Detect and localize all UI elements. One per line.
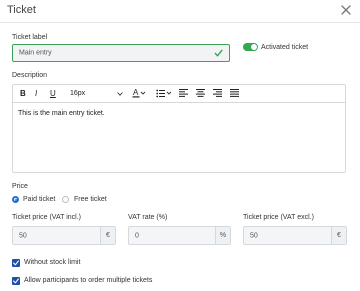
paid-ticket-label: Paid ticket — [23, 196, 56, 203]
close-icon[interactable] — [341, 5, 351, 15]
editor-toolbar: B I U 16px A — [13, 85, 345, 103]
checkmark-icon — [13, 278, 19, 284]
stock-limit-label: Without stock limit — [24, 259, 81, 266]
euro-suffix: € — [100, 227, 115, 244]
price-incl-input[interactable]: 50 € — [12, 226, 116, 245]
activated-toggle[interactable] — [243, 43, 258, 51]
ticket-label-value: Main entry — [19, 49, 52, 57]
price-excl-input[interactable]: 50 € — [243, 226, 347, 245]
activated-label: Activated ticket — [261, 44, 309, 51]
description-text: This is the main entry ticket. — [18, 110, 105, 117]
underline-button[interactable]: U — [50, 89, 56, 98]
ticket-label-title: Ticket label — [12, 34, 48, 41]
multiple-tickets-label: Allow participants to order multiple tic… — [24, 277, 153, 284]
align-center-button[interactable] — [196, 89, 205, 97]
text-color-button[interactable]: A — [132, 88, 146, 98]
align-justify-button[interactable] — [230, 89, 239, 97]
paid-ticket-radio[interactable] — [12, 196, 19, 203]
stock-limit-checkbox[interactable] — [12, 259, 20, 267]
description-label: Description — [12, 72, 48, 79]
price-incl-value: 50 — [19, 232, 27, 239]
chevron-down-icon[interactable] — [117, 92, 123, 96]
list-icon — [156, 89, 172, 98]
list-button[interactable] — [156, 89, 172, 98]
font-size-value: 16px — [70, 90, 86, 97]
vat-rate-input[interactable]: 0 % — [128, 226, 231, 245]
vat-rate-value: 0 — [135, 232, 139, 239]
bold-button[interactable]: B — [20, 89, 26, 98]
price-excl-label: Ticket price (VAT excl.) — [243, 214, 314, 221]
price-label: Price — [12, 183, 28, 190]
svg-text:A: A — [133, 88, 139, 97]
free-ticket-radio[interactable] — [62, 196, 69, 203]
euro-suffix: € — [331, 227, 346, 244]
align-right-button[interactable] — [213, 89, 222, 97]
ticket-label-input[interactable]: Main entry — [12, 44, 230, 62]
font-size-select[interactable]: 16px — [70, 90, 85, 97]
valid-check-icon — [214, 49, 223, 57]
align-left-icon — [179, 89, 188, 97]
italic-button[interactable]: I — [35, 89, 37, 98]
price-excl-value: 50 — [250, 232, 258, 239]
align-right-icon — [213, 89, 222, 97]
percent-suffix: % — [215, 227, 230, 244]
text-color-icon: A — [132, 88, 146, 98]
multiple-tickets-checkbox[interactable] — [12, 277, 20, 285]
align-justify-icon — [230, 89, 239, 97]
vat-rate-label: VAT rate (%) — [128, 214, 168, 221]
dialog-header: Ticket — [0, 0, 360, 23]
free-ticket-label: Free ticket — [74, 196, 107, 203]
align-center-icon — [196, 89, 205, 97]
description-editor[interactable]: B I U 16px A This is the main entry tick… — [12, 84, 346, 173]
align-left-button[interactable] — [179, 89, 188, 97]
checkmark-icon — [13, 260, 19, 266]
dialog-title: Ticket — [7, 4, 36, 16]
price-incl-label: Ticket price (VAT incl.) — [12, 214, 81, 221]
